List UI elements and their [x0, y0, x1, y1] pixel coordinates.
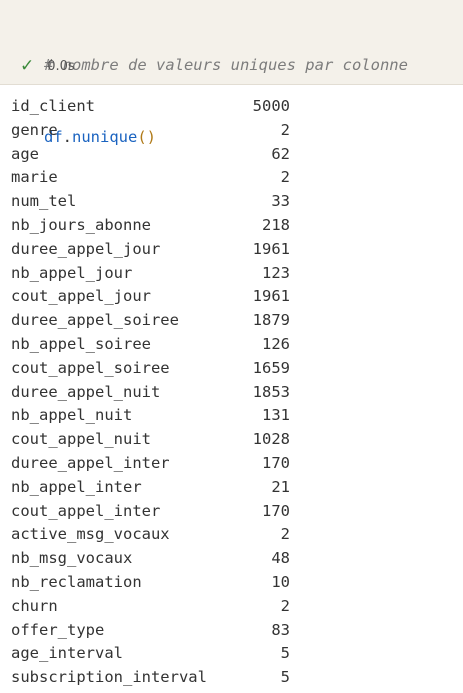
cell-output: id_client 5000 genre 2 age 62 marie 2 num_tel 33 n…	[11, 95, 290, 690]
code-cell[interactable]: # nombre de valeurs uniques par colonne …	[0, 0, 463, 146]
output-row: num_tel 33	[11, 190, 290, 214]
column-name: churn	[11, 596, 58, 615]
output-row: marie 2	[11, 166, 290, 190]
output-row: duree_appel_soiree 1879	[11, 309, 290, 333]
column-name: cout_appel_inter	[11, 501, 161, 520]
output-row: nb_jours_abonne 218	[11, 214, 290, 238]
column-name: subscription_interval	[11, 668, 207, 687]
output-row: nb_reclamation 10	[11, 571, 290, 595]
column-name: cout_appel_jour	[11, 287, 151, 306]
column-name: nb_reclamation	[11, 572, 142, 591]
unique-count: 1961	[252, 239, 290, 258]
column-name: nb_appel_jour	[11, 263, 133, 282]
output-row: cout_appel_jour 1961	[11, 285, 290, 309]
unique-count: 10	[271, 572, 290, 591]
column-name: duree_appel_jour	[11, 239, 161, 258]
unique-count: 131	[262, 406, 290, 425]
output-row: nb_appel_soiree 126	[11, 333, 290, 357]
output-row: nb_msg_vocaux 48	[11, 547, 290, 571]
output-row: id_client 5000	[11, 95, 290, 119]
unique-count: 1853	[252, 382, 290, 401]
output-row: churn 2	[11, 595, 290, 619]
unique-count: 5	[280, 644, 290, 663]
unique-count: 1961	[252, 287, 290, 306]
column-name: nb_appel_nuit	[11, 406, 133, 425]
unique-count: 83	[271, 620, 290, 639]
output-row: cout_appel_soiree 1659	[11, 357, 290, 381]
column-name: active_msg_vocaux	[11, 525, 170, 544]
unique-count: 62	[271, 144, 290, 163]
column-name: genre	[11, 120, 58, 139]
column-name: cout_appel_nuit	[11, 430, 151, 449]
unique-count: 2	[280, 120, 290, 139]
unique-count: 170	[262, 501, 290, 520]
column-name: age	[11, 144, 39, 163]
column-name: num_tel	[11, 192, 77, 211]
unique-count: 123	[262, 263, 290, 282]
output-row: cout_appel_nuit 1028	[11, 428, 290, 452]
unique-count: 1879	[252, 311, 290, 330]
unique-count: 48	[271, 549, 290, 568]
unique-count: 1659	[252, 358, 290, 377]
output-row: duree_appel_nuit 1853	[11, 381, 290, 405]
unique-count: 2	[280, 525, 290, 544]
output-row: cout_appel_inter 170	[11, 500, 290, 524]
column-name: nb_jours_abonne	[11, 215, 151, 234]
column-name: duree_appel_soiree	[11, 311, 179, 330]
column-name: nb_appel_inter	[11, 477, 142, 496]
output-row: nb_appel_inter 21	[11, 476, 290, 500]
column-name: offer_type	[11, 620, 105, 639]
column-name: marie	[11, 168, 58, 187]
output-row: age_interval 5	[11, 642, 290, 666]
output-row: offer_type 83	[11, 619, 290, 643]
unique-count: 1028	[252, 430, 290, 449]
execution-status: ✓ 0.0s	[20, 58, 75, 75]
output-row: subscription_interval 5	[11, 666, 290, 690]
output-row: active_msg_vocaux 2	[11, 523, 290, 547]
column-name: id_client	[11, 97, 95, 115]
unique-count: 218	[262, 215, 290, 234]
unique-count: 2	[280, 168, 290, 187]
unique-count: 170	[262, 453, 290, 472]
output-row: nb_appel_jour 123	[11, 262, 290, 286]
unique-count: 2	[280, 596, 290, 615]
unique-count: 5	[280, 668, 290, 687]
column-name: nb_msg_vocaux	[11, 549, 133, 568]
output-row: duree_appel_inter 170	[11, 452, 290, 476]
output-row: genre 2	[11, 119, 290, 143]
output-row: age 62	[11, 143, 290, 167]
unique-count: 21	[271, 477, 290, 496]
column-name: age_interval	[11, 644, 123, 663]
execution-time: 0.0s	[47, 59, 75, 74]
column-name: duree_appel_inter	[11, 453, 170, 472]
column-name: nb_appel_soiree	[11, 334, 151, 353]
unique-count: 126	[262, 334, 290, 353]
output-row: duree_appel_jour 1961	[11, 238, 290, 262]
column-name: duree_appel_nuit	[11, 382, 161, 401]
unique-count: 5000	[252, 97, 290, 115]
column-name: cout_appel_soiree	[11, 358, 170, 377]
code-comment: # nombre de valeurs uniques par colonne	[44, 56, 408, 74]
check-icon: ✓	[20, 56, 35, 76]
unique-count: 33	[271, 192, 290, 211]
output-row: nb_appel_nuit 131	[11, 404, 290, 428]
